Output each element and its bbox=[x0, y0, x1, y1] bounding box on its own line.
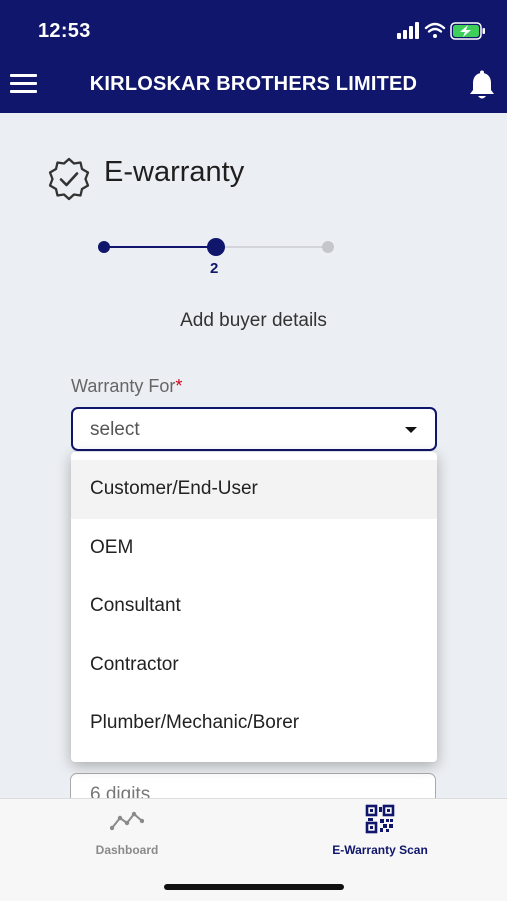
dropdown-option-customer-end-user[interactable]: Customer/End-User bbox=[71, 460, 437, 519]
app-title: KIRLOSKAR BROTHERS LIMITED bbox=[89, 73, 418, 95]
dropdown-option-oem[interactable]: OEM bbox=[71, 519, 437, 578]
stepper-line-pending bbox=[216, 246, 328, 248]
status-time: 12:53 bbox=[38, 20, 91, 42]
warranty-for-label-text: Warranty For bbox=[71, 376, 176, 396]
warranty-for-dropdown-menu: Customer/End-User OEM Consultant Contrac… bbox=[71, 452, 437, 762]
battery-charging-icon bbox=[450, 22, 485, 40]
line-chart-icon bbox=[110, 811, 144, 831]
dropdown-option-contractor[interactable]: Contractor bbox=[71, 636, 437, 695]
step-caption: Add buyer details bbox=[180, 310, 327, 331]
tab-dashboard-label: Dashboard bbox=[95, 843, 159, 857]
progress-stepper: 2 bbox=[96, 238, 340, 278]
cellular-signal-icon bbox=[397, 22, 419, 39]
step-1-dot bbox=[98, 241, 110, 253]
warranty-for-select[interactable]: select bbox=[71, 407, 437, 451]
required-asterisk: * bbox=[175, 376, 183, 396]
warranty-for-label: Warranty For* bbox=[71, 376, 182, 397]
bell-icon[interactable] bbox=[467, 70, 497, 102]
tab-dashboard[interactable]: Dashboard bbox=[0, 799, 254, 869]
dropdown-option-consultant[interactable]: Consultant bbox=[71, 577, 437, 636]
current-step-number: 2 bbox=[210, 260, 219, 277]
step-2-dot-current bbox=[207, 238, 225, 256]
top-app-bar: 12:53 KIRLOSKAR BROTHERS LIMITED bbox=[0, 0, 507, 113]
home-indicator bbox=[164, 884, 344, 890]
status-icons bbox=[397, 22, 485, 40]
chevron-down-icon bbox=[405, 427, 417, 433]
stepper-line-completed bbox=[104, 246, 216, 248]
tab-e-warranty-scan-label: E-Warranty Scan bbox=[332, 843, 428, 857]
page-title: E-warranty bbox=[104, 156, 245, 188]
warranty-for-select-value: select bbox=[90, 419, 140, 440]
qr-code-icon bbox=[365, 804, 395, 834]
verified-badge-icon bbox=[48, 157, 90, 201]
step-3-dot bbox=[322, 241, 334, 253]
tab-e-warranty-scan[interactable]: E-Warranty Scan bbox=[253, 799, 507, 869]
wifi-icon bbox=[424, 22, 446, 38]
dropdown-option-plumber-mechanic-borer[interactable]: Plumber/Mechanic/Borer bbox=[71, 694, 437, 753]
